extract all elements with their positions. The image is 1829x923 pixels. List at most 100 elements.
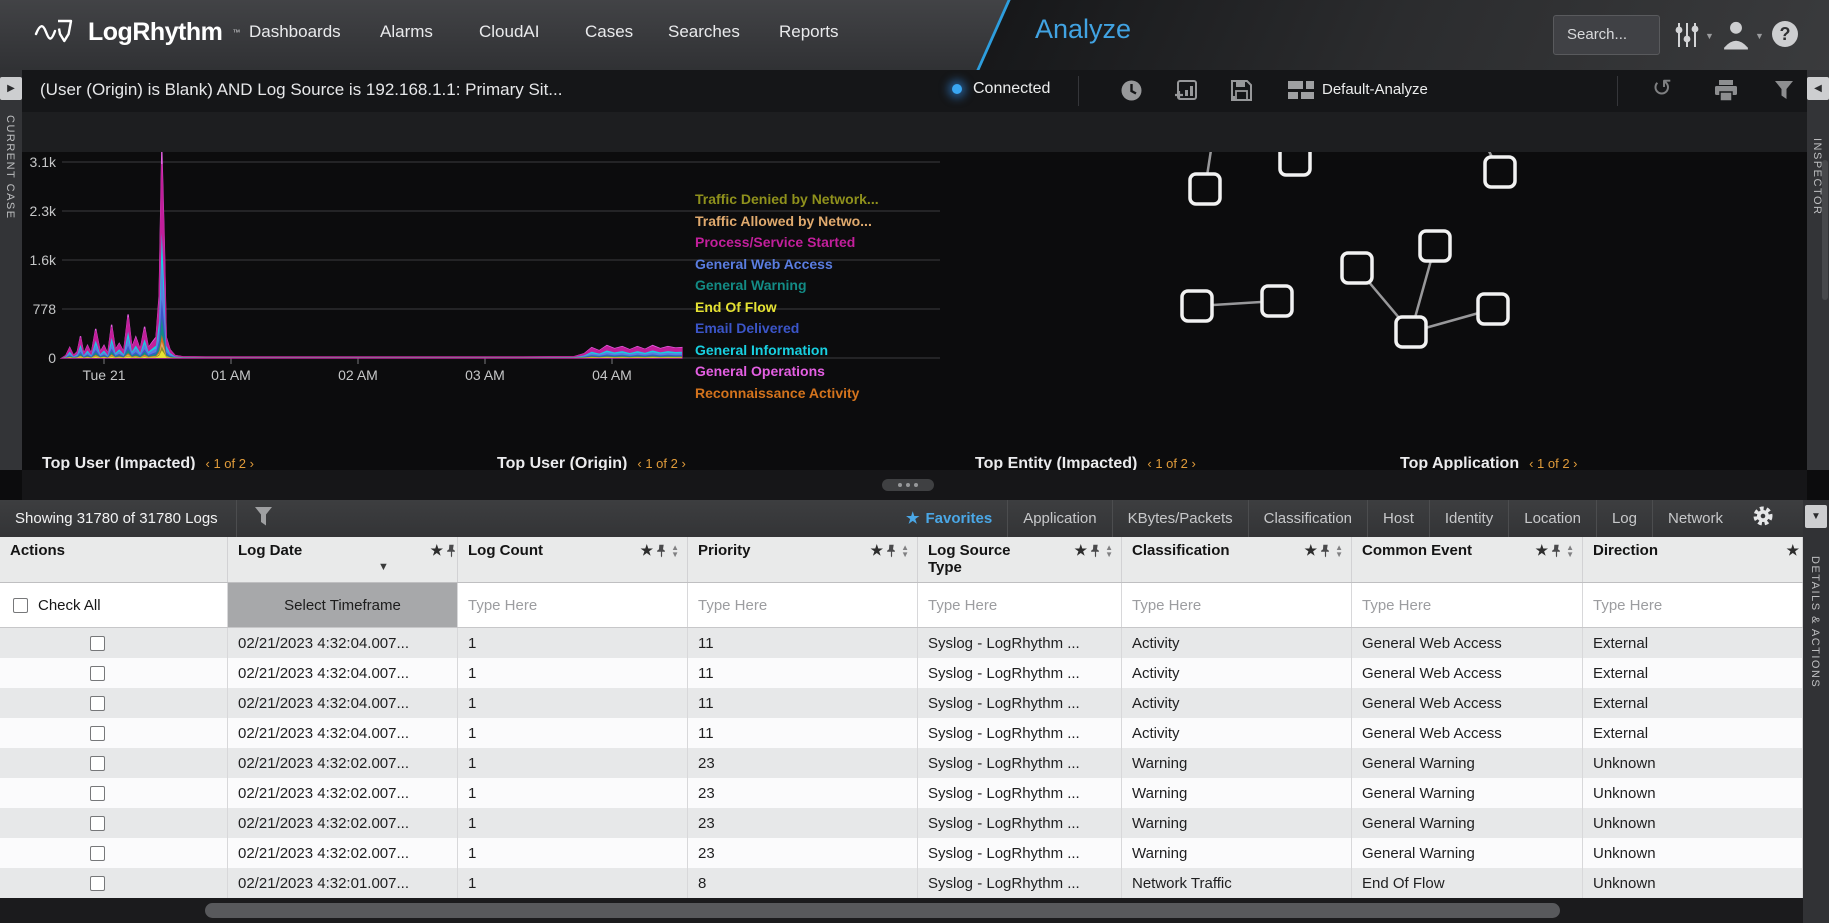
tab-favorites[interactable]: ★Favorites bbox=[891, 500, 1007, 537]
row-checkbox[interactable] bbox=[90, 756, 105, 771]
graph-node[interactable] bbox=[1478, 294, 1508, 324]
filter-cell-classification[interactable]: Type Here bbox=[1122, 583, 1352, 627]
row-checkbox[interactable] bbox=[90, 786, 105, 801]
expand-current-case-icon[interactable]: ▶ bbox=[0, 77, 22, 100]
legend-item[interactable]: Reconnaissance Activity bbox=[695, 383, 879, 405]
log-row[interactable]: 02/21/2023 4:32:04.007...111Syslog - Log… bbox=[0, 688, 1803, 718]
graph-node[interactable] bbox=[1280, 152, 1310, 175]
layout-icon[interactable] bbox=[1288, 81, 1314, 106]
sliders-caret-icon[interactable]: ▼ bbox=[1705, 31, 1714, 41]
add-widget-icon[interactable] bbox=[1174, 79, 1198, 107]
favorite-star-icon[interactable]: ★ bbox=[1075, 542, 1088, 559]
vertical-scrollbar-thumb[interactable] bbox=[1822, 160, 1828, 300]
legend-item[interactable]: Process/Service Started bbox=[695, 232, 879, 254]
row-checkbox[interactable] bbox=[90, 696, 105, 711]
log-row[interactable]: 02/21/2023 4:32:01.007...18Syslog - LogR… bbox=[0, 868, 1803, 898]
legend-item[interactable]: End Of Flow bbox=[695, 297, 879, 319]
workspace-name[interactable]: Default-Analyze bbox=[1322, 81, 1428, 98]
select-timeframe-button[interactable]: Select Timeframe bbox=[228, 583, 457, 627]
filter-cell-common-event[interactable]: Type Here bbox=[1352, 583, 1583, 627]
row-checkbox[interactable] bbox=[90, 726, 105, 741]
graph-node[interactable] bbox=[1396, 317, 1426, 347]
nav-item-cases[interactable]: Cases bbox=[585, 22, 633, 42]
undo-icon[interactable]: ↺ bbox=[1652, 77, 1672, 101]
filter-cell-priority[interactable]: Type Here bbox=[688, 583, 918, 627]
sort-arrows-icon[interactable]: ▲▼ bbox=[901, 544, 909, 558]
favorite-star-icon[interactable]: ★ bbox=[430, 542, 443, 559]
row-checkbox[interactable] bbox=[90, 666, 105, 681]
user-caret-icon[interactable]: ▼ bbox=[1755, 31, 1764, 41]
legend-item[interactable]: Traffic Denied by Network... bbox=[695, 189, 879, 211]
favorite-star-icon[interactable]: ★ bbox=[1305, 542, 1318, 559]
active-sort-desc-icon[interactable]: ▼ bbox=[378, 561, 389, 573]
column-header-log-source-type[interactable]: Log Source Type★▲▼ bbox=[918, 537, 1122, 582]
pin-icon[interactable] bbox=[1320, 544, 1331, 558]
search-query-text[interactable]: (User (Origin) is Blank) AND Log Source … bbox=[40, 80, 562, 100]
filter-input-log-count[interactable]: Type Here bbox=[458, 597, 537, 614]
filter-cell-log-count[interactable]: Type Here bbox=[458, 583, 688, 627]
log-row[interactable]: 02/21/2023 4:32:02.007...123Syslog - Log… bbox=[0, 778, 1803, 808]
sort-arrows-icon[interactable]: ▲▼ bbox=[1335, 544, 1343, 558]
details-actions-label[interactable]: DETAILS & ACTIONS bbox=[1809, 556, 1821, 688]
global-search-button[interactable]: Search... bbox=[1553, 15, 1660, 55]
tab-log[interactable]: Log bbox=[1596, 500, 1652, 537]
column-header-classification[interactable]: Classification★▲▼ bbox=[1122, 537, 1352, 582]
horizontal-scrollbar[interactable] bbox=[0, 898, 1803, 923]
tab-host[interactable]: Host bbox=[1367, 500, 1429, 537]
filter-cell-log-date[interactable]: Select Timeframe bbox=[228, 583, 458, 627]
favorite-star-icon[interactable]: ★ bbox=[1536, 542, 1549, 559]
pin-icon[interactable] bbox=[1090, 544, 1101, 558]
filter-input-direction[interactable]: Type Here bbox=[1583, 597, 1662, 614]
filter-input-common-event[interactable]: Type Here bbox=[1352, 597, 1431, 614]
graph-node[interactable] bbox=[1420, 231, 1450, 261]
row-checkbox[interactable] bbox=[90, 636, 105, 651]
legend-item[interactable]: General Information bbox=[695, 340, 879, 362]
entity-node-graph[interactable] bbox=[1130, 152, 1590, 470]
tab-identity[interactable]: Identity bbox=[1429, 500, 1508, 537]
pin-icon[interactable] bbox=[1551, 544, 1562, 558]
grid-filter-icon[interactable] bbox=[254, 506, 273, 532]
clock-icon[interactable] bbox=[1120, 79, 1143, 107]
pin-icon[interactable] bbox=[886, 544, 897, 558]
filter-input-classification[interactable]: Type Here bbox=[1122, 597, 1201, 614]
filter-cell-actions[interactable]: Check All bbox=[0, 583, 228, 627]
tab-application[interactable]: Application bbox=[1007, 500, 1111, 537]
sort-arrows-icon[interactable]: ▲▼ bbox=[1566, 544, 1574, 558]
widget-pager[interactable]: ‹ 1 of 2 › bbox=[1529, 456, 1577, 470]
column-header-actions[interactable]: Actions bbox=[0, 537, 228, 582]
legend-item[interactable]: General Web Access bbox=[695, 254, 879, 276]
check-all-checkbox[interactable] bbox=[13, 598, 28, 613]
favorite-star-icon[interactable]: ★ bbox=[641, 542, 654, 559]
nav-item-alarms[interactable]: Alarms bbox=[380, 22, 433, 42]
nav-item-cloudai[interactable]: CloudAI bbox=[479, 22, 539, 42]
filter-cell-direction[interactable]: Type Here bbox=[1583, 583, 1803, 627]
splitter-drag-handle-icon[interactable] bbox=[882, 479, 934, 491]
legend-item[interactable]: Traffic Allowed by Netwo... bbox=[695, 211, 879, 233]
nav-item-reports[interactable]: Reports bbox=[779, 22, 839, 42]
filter-icon[interactable] bbox=[1774, 80, 1794, 105]
graph-node[interactable] bbox=[1182, 291, 1212, 321]
log-row[interactable]: 02/21/2023 4:32:04.007...111Syslog - Log… bbox=[0, 718, 1803, 748]
widget-pager[interactable]: ‹ 1 of 2 › bbox=[1147, 456, 1195, 470]
column-header-direction[interactable]: Direction★ bbox=[1583, 537, 1803, 582]
widget-pager[interactable]: ‹ 1 of 2 › bbox=[206, 456, 254, 470]
log-row[interactable]: 02/21/2023 4:32:04.007...111Syslog - Log… bbox=[0, 628, 1803, 658]
sort-arrows-icon[interactable]: ▲▼ bbox=[1105, 544, 1113, 558]
favorite-star-icon[interactable]: ★ bbox=[871, 542, 884, 559]
section-splitter[interactable] bbox=[22, 470, 1807, 500]
column-header-priority[interactable]: Priority★▲▼ bbox=[688, 537, 918, 582]
help-icon[interactable]: ? bbox=[1772, 21, 1798, 47]
filter-cell-log-source-type[interactable]: Type Here bbox=[918, 583, 1122, 627]
widget-pager[interactable]: ‹ 1 of 2 › bbox=[637, 456, 685, 470]
save-icon[interactable] bbox=[1230, 79, 1253, 107]
row-checkbox[interactable] bbox=[90, 876, 105, 891]
nav-item-searches[interactable]: Searches bbox=[668, 22, 740, 42]
horizontal-scrollbar-thumb[interactable] bbox=[205, 903, 1560, 918]
grid-settings-gear-icon[interactable] bbox=[1752, 505, 1774, 532]
favorite-star-icon[interactable]: ★ bbox=[1786, 542, 1799, 559]
graph-node[interactable] bbox=[1190, 174, 1220, 204]
log-row[interactable]: 02/21/2023 4:32:02.007...123Syslog - Log… bbox=[0, 838, 1803, 868]
pin-icon[interactable] bbox=[446, 544, 457, 558]
tab-classification[interactable]: Classification bbox=[1248, 500, 1367, 537]
graph-node[interactable] bbox=[1485, 157, 1515, 187]
